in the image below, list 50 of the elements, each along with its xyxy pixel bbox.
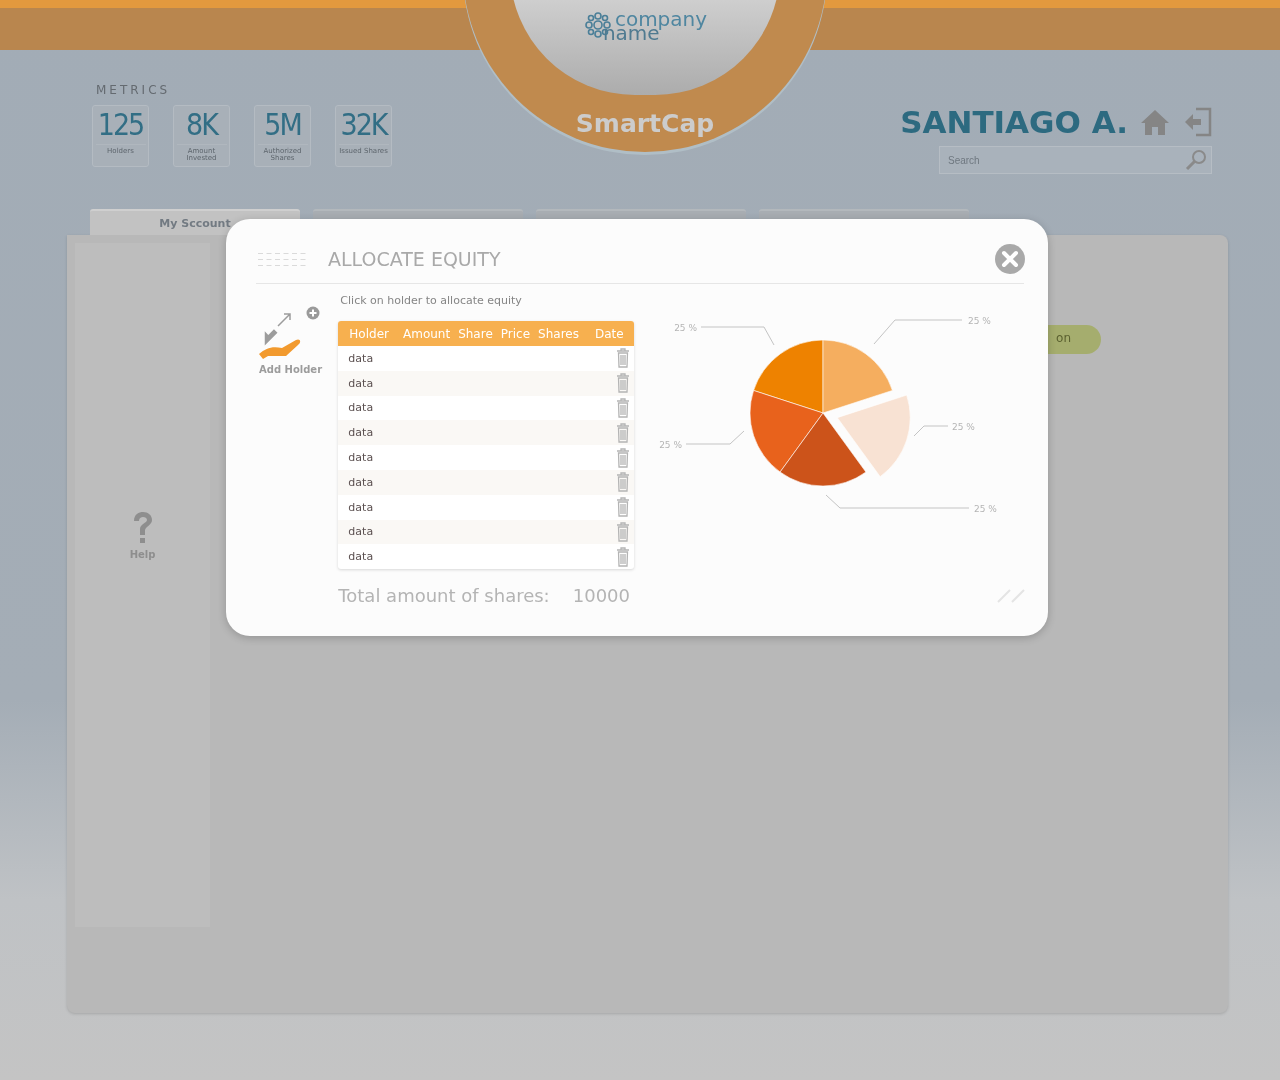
- data-label: 25 %: [974, 504, 997, 514]
- trash-icon[interactable]: [616, 447, 630, 468]
- dialog-title: ALLOCATE EQUITY: [328, 248, 502, 270]
- leader-line: [913, 425, 949, 437]
- column-header: Share: [458, 326, 493, 341]
- data-label: 25 %: [659, 440, 682, 450]
- section-title: METRICS: [96, 83, 172, 97]
- trash-icon[interactable]: [616, 472, 630, 493]
- metric-value: 5M: [264, 106, 301, 144]
- leader-line: [685, 430, 745, 445]
- data-label: 25 %: [952, 422, 975, 432]
- total-value: 10000: [572, 585, 630, 607]
- table-cell: data: [348, 376, 374, 390]
- close-icon[interactable]: [994, 243, 1026, 275]
- table-cell: data: [348, 500, 374, 514]
- metric-value: 8K: [186, 106, 217, 144]
- table-cell: data: [348, 525, 374, 539]
- company-name: name: [602, 26, 660, 40]
- column-header: Shares: [538, 326, 579, 341]
- trash-icon[interactable]: [616, 422, 630, 443]
- home-icon[interactable]: [1140, 108, 1170, 136]
- table-cell: data: [348, 351, 374, 365]
- column-header: Holder: [349, 326, 389, 341]
- trash-icon[interactable]: [616, 348, 630, 369]
- trash-icon[interactable]: [616, 398, 630, 418]
- search-field[interactable]: Search: [939, 146, 1212, 174]
- data-label: 25 %: [968, 316, 991, 326]
- plus-icon[interactable]: [306, 306, 320, 320]
- total-label: Total amount of shares:: [338, 585, 550, 607]
- user-name: SANTIAGO A.: [900, 104, 1128, 140]
- metric-value: 125: [97, 106, 144, 144]
- table-cell: data: [348, 451, 374, 465]
- column-header: Price: [500, 326, 531, 341]
- table-cell: data: [348, 426, 374, 440]
- trash-icon[interactable]: [616, 521, 630, 542]
- column-header: Amount: [403, 326, 451, 341]
- table-cell: data: [348, 550, 374, 564]
- table-cell: data: [348, 401, 374, 415]
- data-label: 25 %: [674, 323, 697, 333]
- table-cell: data: [348, 475, 374, 489]
- metric-value: 32K: [340, 106, 387, 144]
- product-name: SmartCap: [575, 109, 715, 138]
- trash-icon[interactable]: [616, 497, 630, 518]
- hint-text: Click on holder to allocate equity: [340, 294, 523, 307]
- grip-icon: [258, 251, 308, 267]
- trash-icon[interactable]: [616, 373, 630, 394]
- add-holder-label[interactable]: Add Holder: [259, 364, 323, 375]
- search-icon: [1184, 148, 1208, 172]
- column-header: Date: [594, 326, 624, 341]
- trash-icon[interactable]: [616, 546, 630, 567]
